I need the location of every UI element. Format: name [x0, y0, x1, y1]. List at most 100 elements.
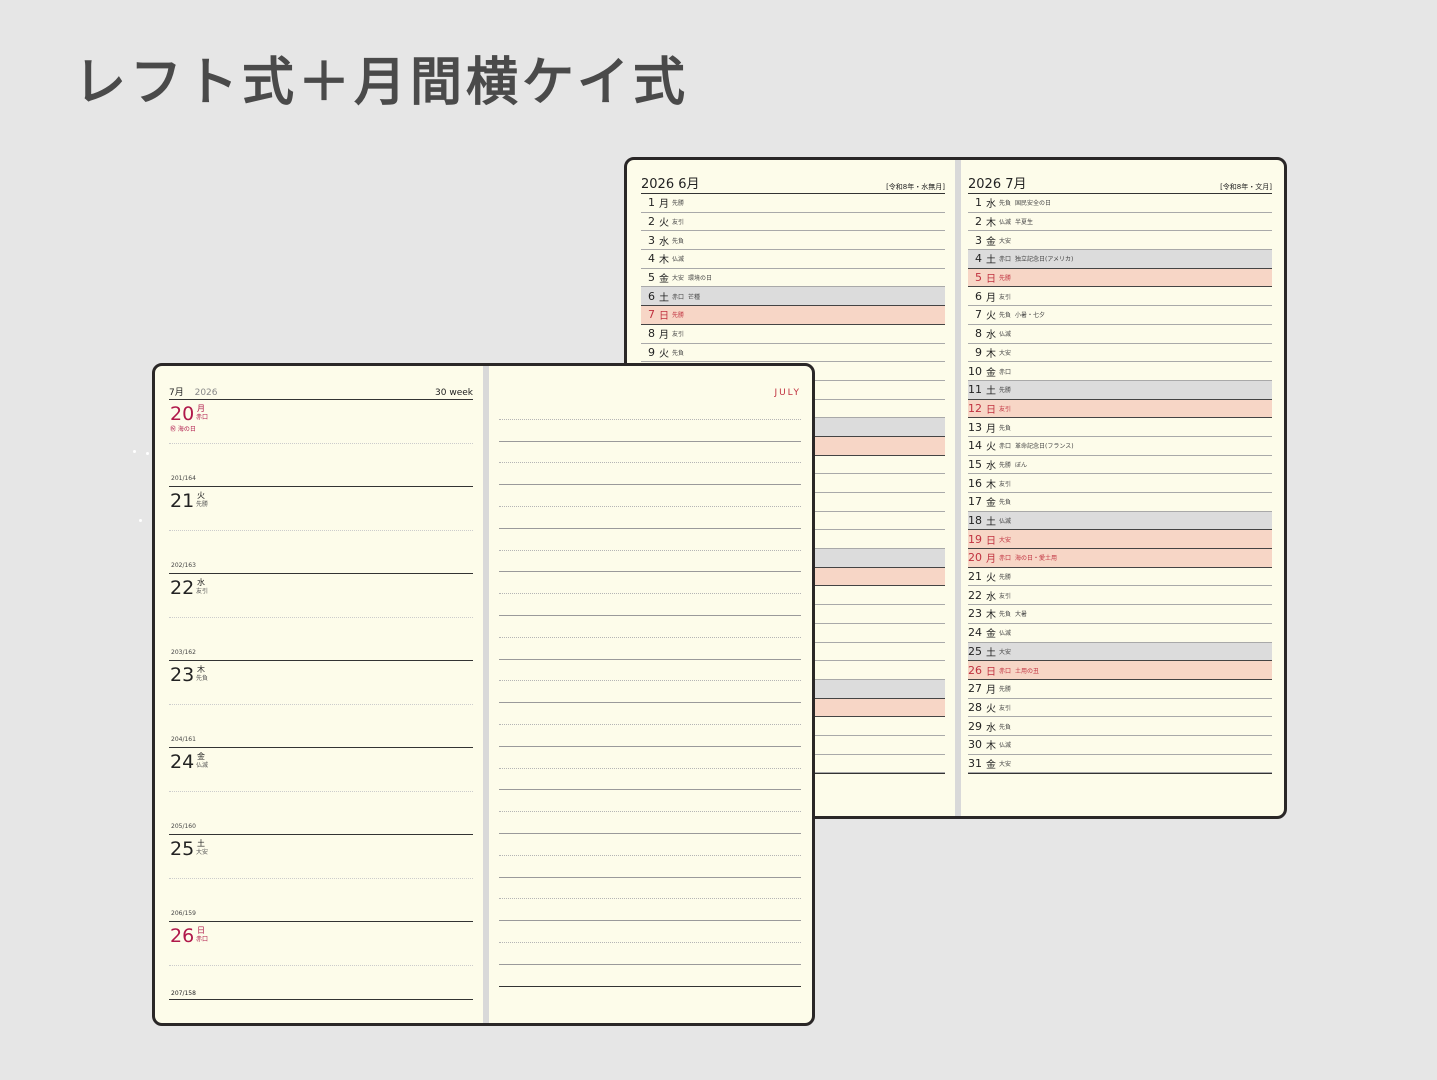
day-of-week: 金: [986, 236, 996, 248]
day-number: 24: [968, 626, 982, 640]
day-number: 19: [968, 532, 982, 546]
rokuyo-label: 仏滅: [999, 518, 1012, 526]
day-number: 28: [968, 700, 982, 714]
day-number: 15: [968, 457, 982, 471]
day-number: 23: [170, 664, 195, 686]
day-number: 24: [170, 751, 195, 773]
month-day-row: 23 木先負 大暑: [968, 605, 1272, 624]
era-label: [令和8年・文月]: [1220, 183, 1272, 191]
day-of-week: 日: [986, 535, 996, 547]
note-line: [499, 463, 801, 486]
day-of-week: 木: [986, 479, 996, 491]
month-day-row: 9 木大安: [968, 344, 1272, 363]
day-number: 14: [968, 439, 982, 453]
day-number: 20: [170, 403, 195, 425]
day-of-week: 土: [986, 255, 996, 267]
day-of-week: 水: [986, 330, 996, 342]
note-line: [499, 529, 801, 551]
day-number: 29: [968, 719, 982, 733]
note-line: [499, 507, 801, 529]
day-number: 9: [648, 345, 655, 359]
day-of-week: 金: [986, 759, 996, 771]
month-day-row: 30 木仏滅: [968, 736, 1272, 755]
dotted-divider: [169, 878, 473, 879]
rokuyo-label: 赤口: [672, 293, 685, 301]
rokuyo-label: 友引: [672, 219, 685, 227]
day-of-week: 日: [659, 311, 669, 323]
month-day-row: 10 金赤口: [968, 362, 1272, 381]
day-number: 5: [975, 271, 982, 285]
day-of-week: 金: [986, 629, 996, 641]
note-line: [499, 398, 801, 420]
month-day-row: 5 金大安 環境の日: [641, 269, 945, 288]
rokuyo-label: 大安: [999, 648, 1012, 656]
day-of-week: 水: [986, 460, 996, 472]
week-day-block: 202/163 22 水友引: [169, 562, 473, 661]
month-day-row: 16 木友引: [968, 474, 1272, 493]
month-day-row: 20 月赤口 海の日・愛土用: [968, 549, 1272, 568]
month-day-row: 4 土赤口 独立記念日(アメリカ): [968, 250, 1272, 269]
day-number: 1: [975, 196, 982, 210]
month-day-row: 22 水友引: [968, 586, 1272, 606]
rokuyo-label: 赤口: [999, 368, 1012, 376]
month-day-row: 9 火先負: [641, 344, 945, 363]
day-number: 6: [648, 289, 655, 303]
day-of-week: 水: [659, 236, 669, 248]
day-of-year-label: 205/160: [171, 823, 196, 830]
rokuyo-label: 友引: [999, 592, 1012, 600]
day-number: 8: [648, 327, 655, 341]
note-line: [499, 812, 801, 834]
month-rows: 1 水先負 国民安全の日 2 木仏滅 半夏生 3 金大安 4 土赤口 独立記念日(アメリカ) 5 日先勝…: [968, 194, 1272, 774]
day-of-week: 日: [986, 404, 996, 416]
week-day-block: 205/160 25 土大安: [169, 823, 473, 922]
rokuyo-label: 仏滅: [999, 331, 1012, 339]
day-number: 5: [648, 271, 655, 285]
note-line: [499, 899, 801, 922]
note-line: [499, 572, 801, 595]
notes-lines: [499, 398, 801, 987]
day-number: 1: [648, 196, 655, 210]
day-of-week: 土: [986, 386, 996, 398]
event-label: ぼん: [1015, 461, 1028, 469]
month-day-row: 2 木仏滅 半夏生: [968, 213, 1272, 232]
rokuyo-label: 仏滅: [196, 762, 209, 769]
weekly-left-page: 7月 2026 30 week 20 月赤口㊗ 海の日 201/164 21 火先勝 20…: [169, 380, 473, 1022]
sparkle: [146, 452, 149, 455]
rokuyo-label: 友引: [999, 480, 1012, 488]
rokuyo-label: 大安: [999, 237, 1012, 245]
rokuyo-label: 先勝: [999, 686, 1012, 694]
rokuyo-label: 先負: [999, 499, 1012, 507]
rokuyo-label: 仏滅: [999, 219, 1012, 227]
day-of-week: 日: [986, 274, 996, 286]
weekly-notes-page: JULY: [499, 380, 801, 987]
day-of-week: 月: [986, 554, 996, 566]
note-line: [499, 442, 801, 464]
week-number: 30 week: [435, 388, 473, 398]
day-number: 10: [968, 364, 982, 378]
day-of-week: 月: [986, 685, 996, 697]
rokuyo-label: 大安: [999, 536, 1012, 544]
day-of-year-label: 203/162: [171, 649, 196, 656]
week-day-block: 206/159 26 日赤口: [169, 910, 473, 1000]
event-label: 国民安全の日: [1015, 200, 1052, 208]
day-of-year-label: 201/164: [171, 475, 196, 482]
rokuyo-label: 先負: [196, 675, 209, 682]
note-line: [499, 856, 801, 878]
day-number: 2: [648, 215, 655, 229]
day-of-week: 水: [986, 199, 996, 211]
book-spine: [483, 366, 489, 1023]
day-of-week: 火: [986, 311, 996, 323]
month-header: 2026 7月 [令和8年・文月]: [968, 174, 1272, 194]
day-of-week: 日: [986, 666, 996, 678]
month-title: 2026 6月: [641, 177, 700, 192]
rokuyo-label: 大安: [999, 349, 1012, 357]
month-day-row: 17 金先負: [968, 493, 1272, 512]
rokuyo-label: 赤口: [999, 256, 1012, 264]
month-header: 2026 6月 [令和8年・水無月]: [641, 174, 945, 194]
day-of-week: 木: [986, 348, 996, 360]
rokuyo-label: 先負: [999, 611, 1012, 619]
holiday-label: ㊗ 海の日: [170, 426, 196, 433]
day-of-week: 月: [659, 330, 669, 342]
note-line: [499, 790, 801, 813]
day-number: 20: [968, 551, 982, 565]
